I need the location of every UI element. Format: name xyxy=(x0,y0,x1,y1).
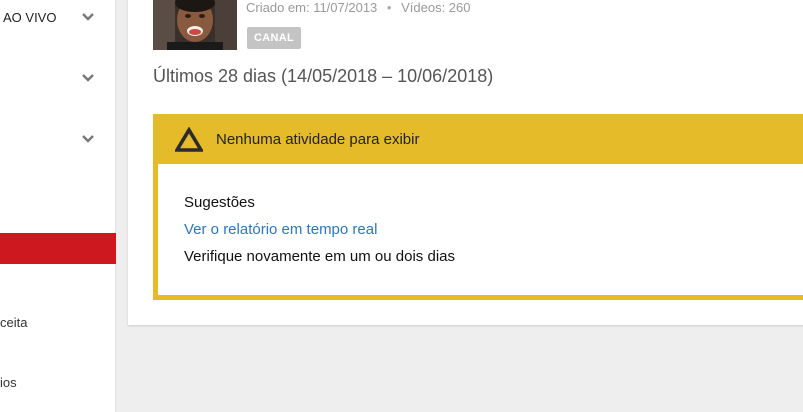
video-count: Vídeos: 260 xyxy=(401,0,471,15)
channel-avatar[interactable] xyxy=(153,0,237,50)
sidebar-item-ios[interactable]: ios xyxy=(0,365,116,399)
avatar-photo xyxy=(153,0,237,50)
sidebar-item-label: AO VIVO xyxy=(3,9,57,25)
period-title: Últimos 28 dias (14/05/2018 – 10/06/2018… xyxy=(153,66,494,86)
sidebar: AO VIVO ceita ios xyxy=(0,0,116,412)
sidebar-item-label: ceita xyxy=(0,314,28,330)
created-date: Criado em: 11/07/2013 xyxy=(246,0,378,15)
warning-triangle-icon xyxy=(175,127,203,152)
suggestion-check-later: Verifique novamente em um ou dois dias xyxy=(184,248,455,265)
sidebar-item-receita[interactable]: ceita xyxy=(0,305,116,339)
chevron-down-icon[interactable] xyxy=(80,70,96,86)
chevron-down-icon[interactable] xyxy=(80,9,96,25)
sidebar-item-label: ios xyxy=(0,374,17,390)
meta-separator: • xyxy=(386,0,392,15)
sidebar-item-active[interactable] xyxy=(0,233,116,264)
chevron-down-icon[interactable] xyxy=(80,131,96,147)
suggestions-heading: Sugestões xyxy=(184,194,255,211)
alert-header: Nenhuma atividade para exibir xyxy=(158,119,803,164)
no-activity-alert: Nenhuma atividade para exibir Sugestões … xyxy=(153,114,803,300)
channel-type-badge: CANAL xyxy=(247,27,301,49)
channel-meta: Criado em: 11/07/2013 • Vídeos: 260 xyxy=(246,0,471,15)
realtime-report-link[interactable]: Ver o relatório em tempo real xyxy=(184,221,377,238)
sidebar-item-collapsed-2[interactable] xyxy=(0,122,116,156)
alert-title: Nenhuma atividade para exibir xyxy=(216,131,420,148)
sidebar-item-collapsed-1[interactable] xyxy=(0,61,116,95)
sidebar-item-ao-vivo[interactable]: AO VIVO xyxy=(0,0,116,34)
